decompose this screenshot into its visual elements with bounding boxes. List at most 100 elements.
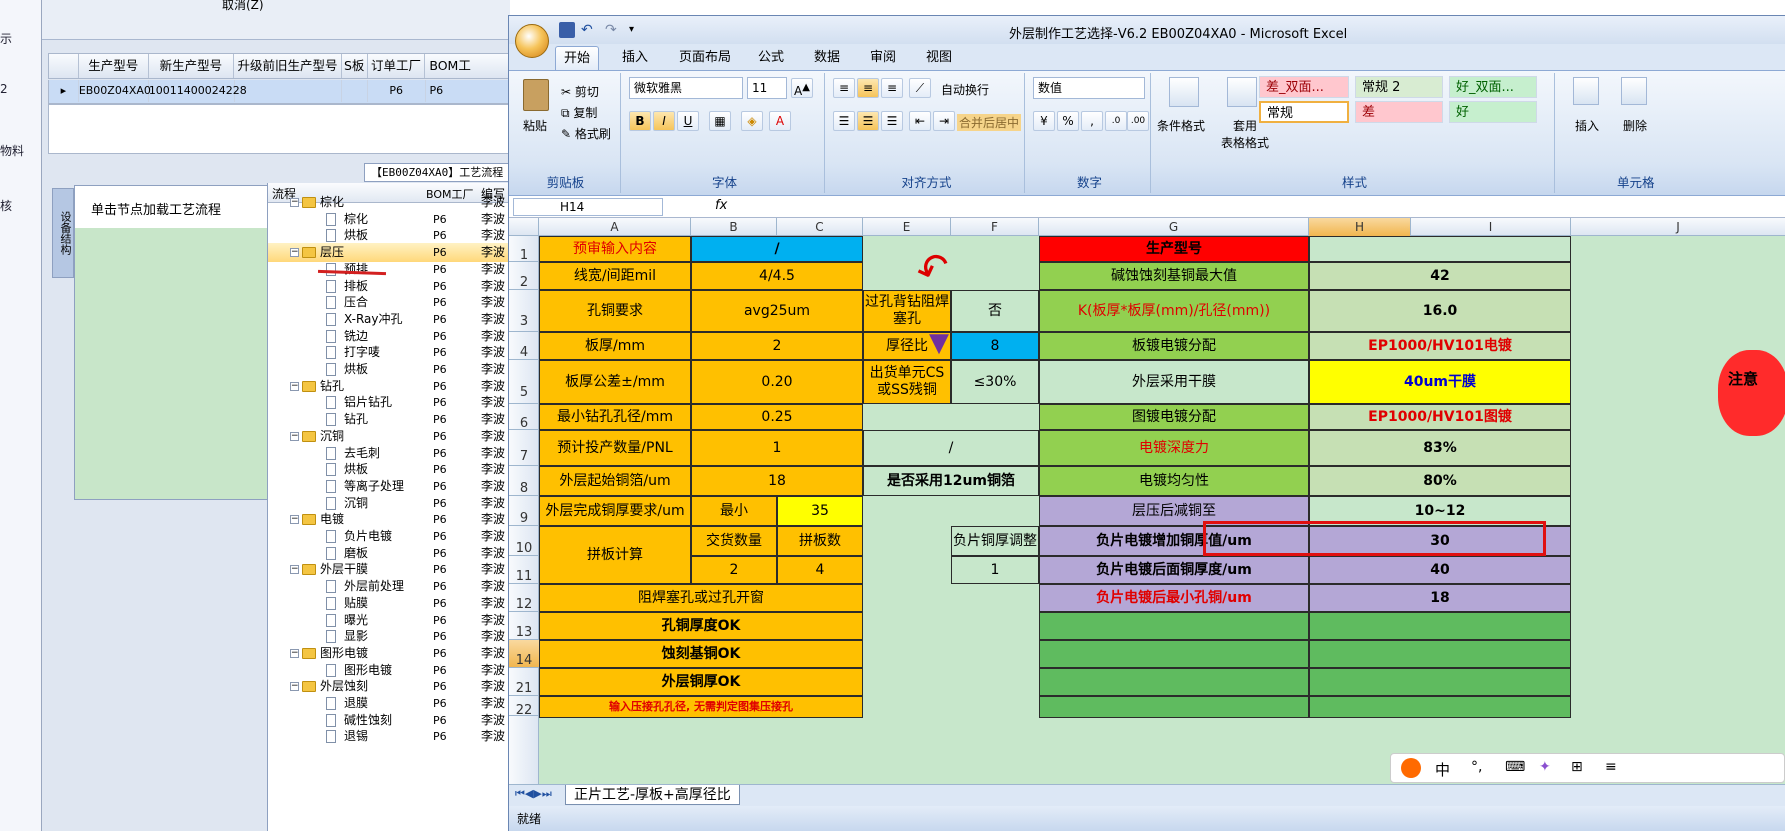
- ime-logo-icon[interactable]: [1401, 758, 1421, 778]
- wrap-text-button[interactable]: 自动换行: [941, 81, 989, 98]
- align-top-button[interactable]: ≡: [833, 78, 855, 98]
- cell[interactable]: 输入压接孔孔径, 无需判定图集压接孔: [539, 696, 863, 718]
- style-normal-2[interactable]: 常规 2: [1355, 76, 1443, 98]
- expand-icon[interactable]: −: [290, 648, 299, 658]
- cancel-button[interactable]: 取消(Z): [222, 0, 264, 13]
- keyboard-icon[interactable]: ⌨: [1505, 759, 1525, 775]
- skin-icon[interactable]: ✦: [1539, 759, 1551, 775]
- table-format-icon[interactable]: [1227, 77, 1257, 107]
- italic-button[interactable]: I: [653, 111, 675, 131]
- decrease-decimal-button[interactable]: .00: [1127, 111, 1149, 131]
- insert-cells-button[interactable]: 插入: [1575, 117, 1599, 134]
- merge-center-button[interactable]: 合并后居中: [957, 114, 1022, 131]
- font-size-select[interactable]: 11: [747, 77, 787, 99]
- cell[interactable]: 80%: [1309, 466, 1571, 496]
- expand-icon[interactable]: −: [290, 381, 299, 391]
- cell[interactable]: 外层完成铜厚要求/um: [539, 496, 691, 526]
- cell[interactable]: 16.0: [1309, 290, 1571, 332]
- redo-icon[interactable]: ↷: [605, 22, 621, 38]
- row-header[interactable]: 7: [509, 430, 539, 466]
- tab-formulas[interactable]: 公式: [749, 46, 793, 70]
- row-header[interactable]: 21: [509, 668, 539, 696]
- cell[interactable]: 拼板计算: [539, 526, 691, 584]
- comma-button[interactable]: ,: [1081, 111, 1103, 131]
- percent-button[interactable]: %: [1057, 111, 1079, 131]
- row-header[interactable]: 2: [509, 262, 539, 290]
- increase-indent-button[interactable]: ⇥: [933, 111, 955, 131]
- cell[interactable]: 出货单元CS或SS残铜: [863, 360, 951, 404]
- cell[interactable]: 线宽/间距mil: [539, 262, 691, 290]
- decrease-indent-button[interactable]: ⇤: [909, 111, 931, 131]
- row-header[interactable]: 4: [509, 332, 539, 360]
- style-normal[interactable]: 常规: [1259, 101, 1349, 123]
- style-bad-double[interactable]: 差_双面...: [1259, 76, 1349, 98]
- cell[interactable]: [1039, 668, 1309, 696]
- cell[interactable]: 蚀刻基铜OK: [539, 640, 863, 668]
- cell[interactable]: /: [863, 430, 1039, 466]
- style-good[interactable]: 好: [1449, 101, 1537, 123]
- column-header[interactable]: C: [777, 218, 863, 236]
- cell[interactable]: 电镀均匀性: [1039, 466, 1309, 496]
- menu-icon[interactable]: ≡: [1605, 759, 1617, 775]
- underline-button[interactable]: U: [677, 111, 699, 131]
- cell[interactable]: 负片电镀后面铜厚度/um: [1039, 556, 1309, 584]
- cell[interactable]: EP1000/HV101图镀: [1309, 404, 1571, 430]
- cell[interactable]: 交货数量: [691, 526, 777, 556]
- cell[interactable]: 8: [951, 332, 1039, 360]
- tab-review[interactable]: 审阅: [861, 46, 905, 70]
- tab-page-layout[interactable]: 页面布局: [673, 46, 737, 70]
- fx-icon[interactable]: fx: [715, 198, 727, 213]
- select-all-corner[interactable]: [509, 218, 539, 236]
- grid-header-cell[interactable]: 订单工厂: [368, 54, 426, 78]
- column-header[interactable]: G: [1039, 218, 1309, 236]
- expand-icon[interactable]: −: [290, 198, 299, 207]
- column-header[interactable]: I: [1411, 218, 1571, 236]
- delete-cells-icon[interactable]: [1621, 77, 1647, 105]
- cell[interactable]: [1309, 696, 1571, 718]
- row-header[interactable]: 1: [509, 236, 539, 263]
- delete-cells-button[interactable]: 删除: [1623, 117, 1647, 134]
- expand-icon[interactable]: −: [290, 565, 299, 575]
- column-header[interactable]: J: [1571, 218, 1785, 236]
- tree-item[interactable]: 退锡 P6 李波: [268, 727, 511, 746]
- font-color-button[interactable]: A: [769, 111, 791, 131]
- expand-icon[interactable]: −: [290, 431, 299, 441]
- column-header[interactable]: H: [1309, 218, 1411, 236]
- tab-data[interactable]: 数据: [805, 46, 849, 70]
- row-header[interactable]: 5: [509, 360, 539, 404]
- cell[interactable]: 孔铜要求: [539, 290, 691, 332]
- cell[interactable]: 42: [1309, 262, 1571, 290]
- borders-button[interactable]: ▦: [709, 111, 731, 131]
- cell[interactable]: 生产型号: [1039, 236, 1309, 262]
- cell[interactable]: [1039, 612, 1309, 640]
- font-name-select[interactable]: 微软雅黑: [629, 77, 743, 99]
- row-header[interactable]: 14: [509, 640, 539, 668]
- grid-header-cell[interactable]: BOM工: [425, 54, 510, 78]
- row-header[interactable]: 8: [509, 466, 539, 496]
- number-format-select[interactable]: 数值: [1033, 77, 1145, 99]
- cell[interactable]: 最小钻孔孔径/mm: [539, 404, 691, 430]
- cell[interactable]: [1039, 640, 1309, 668]
- cell[interactable]: 阻焊塞孔或过孔开窗: [539, 584, 863, 612]
- row-header[interactable]: 10: [509, 526, 539, 556]
- cell[interactable]: 0.20: [691, 360, 863, 404]
- cell[interactable]: 2: [691, 556, 777, 584]
- paste-button[interactable]: 粘贴: [523, 117, 547, 134]
- cell[interactable]: 外层起始铜箔/um: [539, 466, 691, 496]
- format-painter-button[interactable]: ✎ 格式刷: [561, 125, 611, 142]
- tab-insert[interactable]: 插入: [613, 46, 657, 70]
- cell[interactable]: 40um干膜: [1309, 360, 1571, 404]
- style-good-double[interactable]: 好_双面...: [1449, 76, 1537, 98]
- table-row[interactable]: ▸ EB00Z04XA0 10011400024228 P6 P6: [48, 80, 510, 104]
- cell[interactable]: 电镀深度力: [1039, 430, 1309, 466]
- cell[interactable]: 图镀电镀分配: [1039, 404, 1309, 430]
- undo-icon[interactable]: ↶: [581, 22, 597, 38]
- cell[interactable]: [1309, 668, 1571, 696]
- cell[interactable]: 负片铜厚调整: [951, 526, 1039, 556]
- fill-color-button[interactable]: ◈: [741, 111, 763, 131]
- cell[interactable]: K(板厚*板厚(mm)/孔径(mm)): [1039, 290, 1309, 332]
- row-header[interactable]: 9: [509, 496, 539, 526]
- cell[interactable]: [1309, 612, 1571, 640]
- cell[interactable]: 18: [691, 466, 863, 496]
- cell[interactable]: [1039, 696, 1309, 718]
